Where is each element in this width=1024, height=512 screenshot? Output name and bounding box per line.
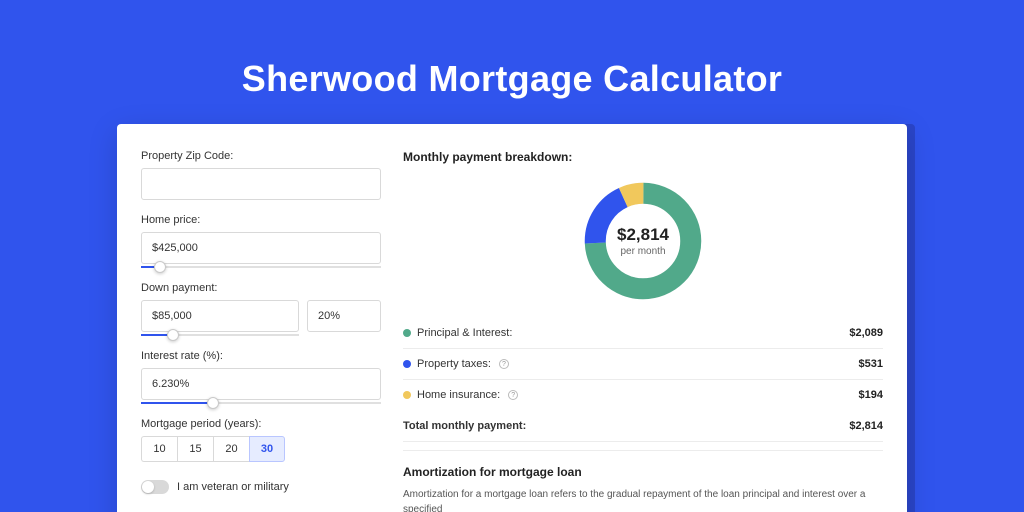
period-option-20[interactable]: 20 <box>213 436 249 462</box>
calculator-card: Property Zip Code: Home price: Down paym… <box>117 124 907 512</box>
home-price-input[interactable] <box>141 232 381 264</box>
legend-label: Property taxes: <box>417 358 491 370</box>
interest-rate-slider[interactable] <box>141 402 381 404</box>
amortization-text: Amortization for a mortgage loan refers … <box>403 487 883 512</box>
period-option-10[interactable]: 10 <box>141 436 177 462</box>
slider-fill <box>141 402 213 404</box>
home-price-label: Home price: <box>141 214 381 226</box>
field-home-price: Home price: <box>141 214 381 268</box>
legend-dot-icon <box>403 360 411 368</box>
donut-amount: $2,814 <box>617 225 669 245</box>
field-down-payment: Down payment: <box>141 282 381 336</box>
mortgage-period-label: Mortgage period (years): <box>141 418 381 430</box>
total-label: Total monthly payment: <box>403 420 526 432</box>
home-price-slider[interactable] <box>141 266 381 268</box>
slider-thumb[interactable] <box>154 261 166 273</box>
amortization-title: Amortization for mortgage loan <box>403 465 883 479</box>
donut-chart: $2,814 per month <box>580 178 706 304</box>
legend-label: Principal & Interest: <box>417 327 512 339</box>
legend-row: Principal & Interest: $2,089 <box>403 318 883 349</box>
legend-value: $194 <box>859 389 883 401</box>
down-payment-slider[interactable] <box>141 334 299 336</box>
legend-list: Principal & Interest: $2,089 Property taxe… <box>403 318 883 410</box>
zip-input[interactable] <box>141 168 381 200</box>
inputs-panel: Property Zip Code: Home price: Down paym… <box>141 150 381 512</box>
mortgage-period-segmented: 10152030 <box>141 436 381 462</box>
down-payment-input[interactable] <box>141 300 299 332</box>
down-payment-label: Down payment: <box>141 282 381 294</box>
slider-thumb[interactable] <box>167 329 179 341</box>
field-interest-rate: Interest rate (%): <box>141 350 381 404</box>
legend-row: Property taxes:? $531 <box>403 349 883 380</box>
total-value: $2,814 <box>849 420 883 432</box>
donut-wrap: $2,814 per month <box>403 174 883 318</box>
info-icon[interactable]: ? <box>499 359 509 369</box>
zip-label: Property Zip Code: <box>141 150 381 162</box>
legend-value: $531 <box>859 358 883 370</box>
legend-label: Home insurance: <box>417 389 500 401</box>
period-option-15[interactable]: 15 <box>177 436 213 462</box>
legend-row: Home insurance:? $194 <box>403 380 883 410</box>
total-row: Total monthly payment: $2,814 <box>403 410 883 442</box>
field-zip: Property Zip Code: <box>141 150 381 200</box>
donut-sub: per month <box>620 246 665 257</box>
interest-rate-label: Interest rate (%): <box>141 350 381 362</box>
amortization-block: Amortization for mortgage loan Amortizat… <box>403 450 883 512</box>
veteran-label: I am veteran or military <box>177 481 289 493</box>
down-payment-pct-input[interactable] <box>307 300 381 332</box>
period-option-30[interactable]: 30 <box>249 436 285 462</box>
veteran-toggle[interactable] <box>141 480 169 494</box>
legend-dot-icon <box>403 329 411 337</box>
donut-center: $2,814 per month <box>580 178 706 304</box>
info-icon[interactable]: ? <box>508 390 518 400</box>
legend-dot-icon <box>403 391 411 399</box>
page-title: Sherwood Mortgage Calculator <box>0 0 1024 124</box>
legend-value: $2,089 <box>849 327 883 339</box>
field-mortgage-period: Mortgage period (years): 10152030 <box>141 418 381 462</box>
veteran-toggle-row: I am veteran or military <box>141 480 381 494</box>
slider-thumb[interactable] <box>207 397 219 409</box>
breakdown-title: Monthly payment breakdown: <box>403 150 883 164</box>
results-panel: Monthly payment breakdown: $2,814 per mo… <box>403 150 883 512</box>
interest-rate-input[interactable] <box>141 368 381 400</box>
